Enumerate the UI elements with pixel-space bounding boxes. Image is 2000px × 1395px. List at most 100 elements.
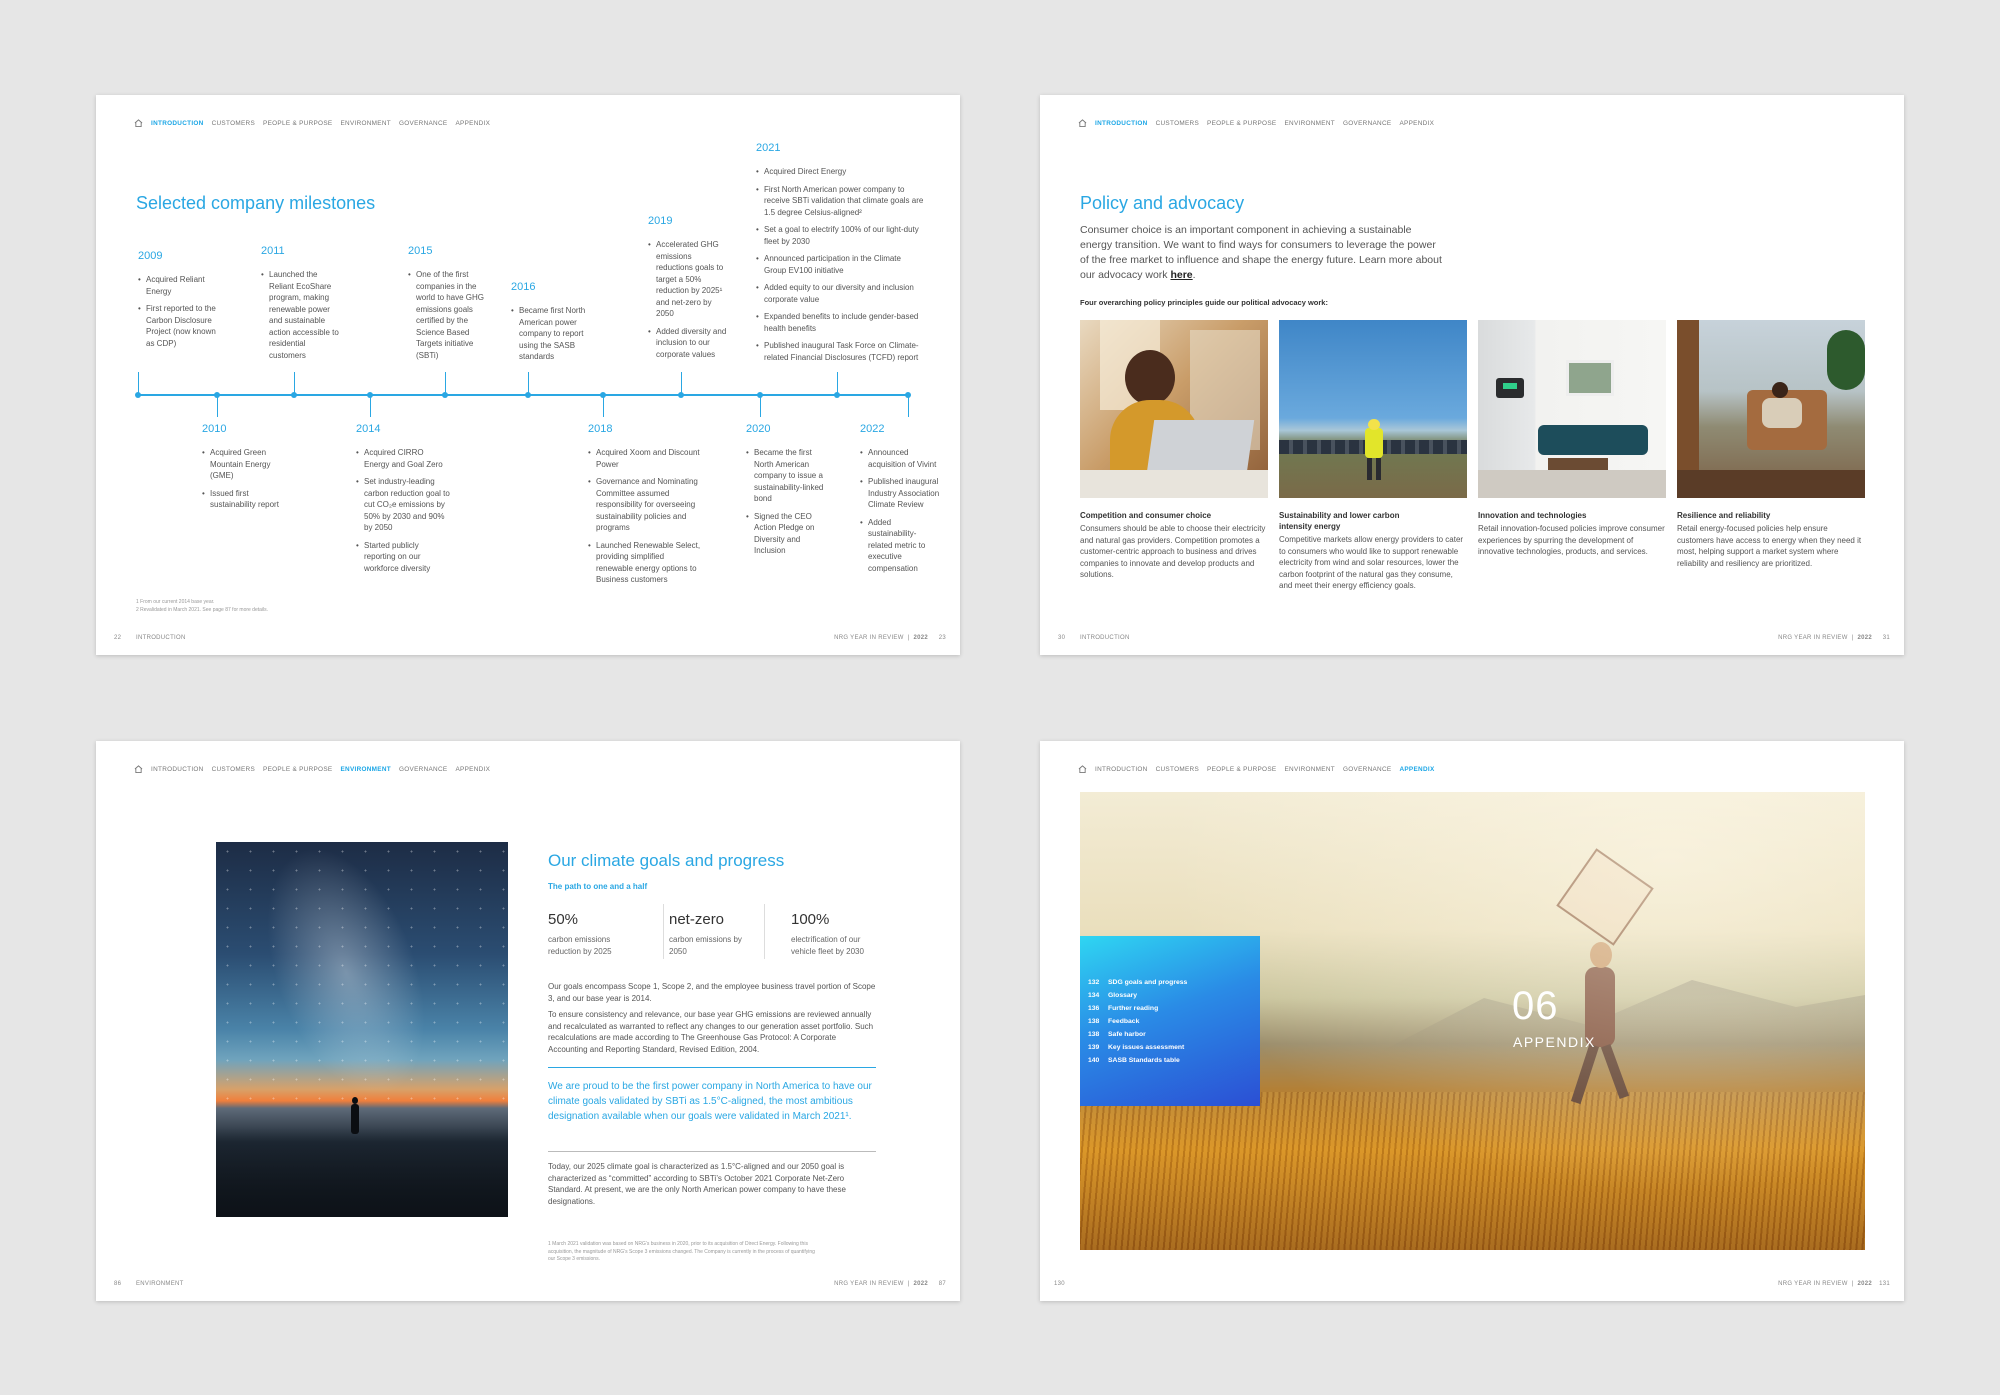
nav-environment[interactable]: ENVIRONMENT: [1284, 766, 1335, 773]
stat-value: 100%: [791, 911, 830, 928]
nav-environment[interactable]: ENVIRONMENT: [1284, 120, 1335, 127]
nav-people-purpose[interactable]: PEOPLE & PURPOSE: [263, 766, 332, 773]
timeline-dot: [678, 392, 684, 398]
nav-customers[interactable]: CUSTOMERS: [1156, 120, 1199, 127]
brand-footer: NRG YEAR IN REVIEW | 2022: [834, 1281, 928, 1287]
card-body: Retail innovation-focused policies impro…: [1478, 524, 1665, 556]
timeline-dot: [214, 392, 220, 398]
nav-environment[interactable]: ENVIRONMENT: [340, 766, 391, 773]
nav-environment[interactable]: ENVIRONMENT: [340, 120, 391, 127]
nav-appendix[interactable]: APPENDIX: [455, 766, 490, 773]
milestone-year: 2018: [588, 423, 613, 435]
page-number-right: 23: [938, 635, 946, 641]
home-icon[interactable]: [134, 765, 143, 773]
policy-card-competition: Competition and consumer choice Consumer…: [1080, 510, 1268, 581]
timeline-tick: [217, 395, 218, 417]
page-number-left: 30: [1058, 635, 1066, 641]
spread-milestones: INTRODUCTION CUSTOMERS PEOPLE & PURPOSE …: [96, 95, 960, 655]
nav-governance[interactable]: GOVERNANCE: [399, 766, 447, 773]
toc-page: 132: [1088, 979, 1100, 986]
home-icon[interactable]: [134, 119, 143, 127]
card-title: Competition and consumer choice: [1080, 511, 1212, 520]
milestone-item: One of the first companies in the world …: [408, 269, 488, 361]
timeline-tick: [445, 372, 446, 394]
footnote: 1 From our current 2014 base year.: [136, 599, 215, 605]
milestone-2009: 2009 Acquired Reliant Energy First repor…: [138, 250, 223, 355]
toc-label: Feedback: [1108, 1018, 1140, 1025]
paragraph-today: Today, our 2025 climate goal is characte…: [548, 1162, 846, 1206]
milestone-year: 2020: [746, 423, 771, 435]
timeline-dot: [135, 392, 141, 398]
milestone-item: Announced acquisition of Vivint: [860, 447, 940, 470]
timeline-dot: [442, 392, 448, 398]
milestone-item: Set industry-leading carbon reduction go…: [356, 476, 451, 534]
toc-item-further-reading[interactable]: 136 Further reading: [1088, 1002, 1260, 1015]
page-number-right: 131: [1879, 1281, 1890, 1287]
toc-item-key-issues[interactable]: 139 Key issues assessment: [1088, 1041, 1260, 1054]
stat-divider: [764, 904, 765, 959]
policy-card-sustainability: Sustainability and lower carbon intensit…: [1279, 510, 1467, 592]
milestone-2022: 2022 Announced acquisition of Vivint Pub…: [860, 423, 940, 580]
toc-page: 138: [1088, 1018, 1100, 1025]
nav-introduction[interactable]: INTRODUCTION: [151, 120, 204, 127]
toc-item-feedback[interactable]: 138 Feedback: [1088, 1015, 1260, 1028]
toc-item-safe-harbor[interactable]: 138 Safe harbor: [1088, 1028, 1260, 1041]
toc-label: SASB Standards table: [1108, 1057, 1180, 1064]
milestone-2016: 2016 Became first North American power c…: [511, 281, 596, 369]
stat-label: electrification of our vehicle fleet by …: [791, 935, 864, 956]
timeline-dot: [600, 392, 606, 398]
nav-customers[interactable]: CUSTOMERS: [212, 766, 255, 773]
toc-item-glossary[interactable]: 134 Glossary: [1088, 989, 1260, 1002]
home-icon[interactable]: [1078, 119, 1087, 127]
timeline-tick: [603, 395, 604, 417]
home-icon[interactable]: [1078, 765, 1087, 773]
nav-people-purpose[interactable]: PEOPLE & PURPOSE: [1207, 120, 1276, 127]
page-number-right: 31: [1882, 635, 1890, 641]
appendix-toc-panel: 132 SDG goals and progress 134 Glossary 13…: [1080, 936, 1260, 1106]
nav-appendix[interactable]: APPENDIX: [1399, 120, 1434, 127]
advocacy-link[interactable]: here: [1170, 269, 1192, 281]
card-title: Resilience and reliability: [1677, 511, 1771, 520]
brand-label: NRG YEAR IN REVIEW: [1778, 1281, 1848, 1287]
nav-introduction[interactable]: INTRODUCTION: [1095, 120, 1148, 127]
milestone-item: Governance and Nominating Committee assu…: [588, 476, 703, 534]
subtitle: The path to one and a half: [548, 882, 648, 891]
top-nav: INTRODUCTION CUSTOMERS PEOPLE & PURPOSE …: [134, 765, 490, 773]
nav-customers[interactable]: CUSTOMERS: [212, 120, 255, 127]
timeline-tick: [370, 395, 371, 417]
photo-woman-laptop: [1080, 320, 1268, 498]
toc-page: 140: [1088, 1057, 1100, 1064]
brand-footer: NRG YEAR IN REVIEW | 2022: [1778, 635, 1872, 641]
nav-governance[interactable]: GOVERNANCE: [1343, 120, 1391, 127]
nav-governance[interactable]: GOVERNANCE: [1343, 766, 1391, 773]
nav-appendix[interactable]: APPENDIX: [455, 120, 490, 127]
milestone-item: Launched the Reliant EcoShare program, m…: [261, 269, 341, 361]
stat-label: carbon emissions reduction by 2025: [548, 935, 612, 956]
toc-label: Further reading: [1108, 1005, 1159, 1012]
nav-customers[interactable]: CUSTOMERS: [1156, 766, 1199, 773]
toc-item-sdg[interactable]: 132 SDG goals and progress: [1088, 976, 1260, 989]
toc-label: Safe harbor: [1108, 1031, 1146, 1038]
nav-people-purpose[interactable]: PEOPLE & PURPOSE: [263, 120, 332, 127]
stat-value: net-zero: [669, 911, 725, 928]
nav-introduction[interactable]: INTRODUCTION: [151, 766, 204, 773]
toc-item-sasb[interactable]: 140 SASB Standards table: [1088, 1054, 1260, 1067]
milestone-item: Acquired Green Mountain Energy (GME): [202, 447, 292, 482]
stat-net-zero: net-zero carbon emissions by 2050: [669, 911, 779, 957]
callout-rule-top: [548, 1067, 876, 1068]
milestone-item: Announced participation in the Climate G…: [756, 253, 924, 276]
timeline-dot: [757, 392, 763, 398]
nav-people-purpose[interactable]: PEOPLE & PURPOSE: [1207, 766, 1276, 773]
milestone-item: Acquired Reliant Energy: [138, 274, 223, 297]
nav-appendix[interactable]: APPENDIX: [1399, 766, 1434, 773]
timeline-tick: [528, 372, 529, 394]
toc-page: 139: [1088, 1044, 1100, 1051]
milestone-year: 2014: [356, 423, 381, 435]
photo-solar-worker: [1279, 320, 1467, 498]
brand-year: 2022: [913, 1281, 928, 1287]
footnotes: 1 From our current 2014 base year. 2 Rev…: [136, 598, 268, 614]
nav-introduction[interactable]: INTRODUCTION: [1095, 766, 1148, 773]
spread-appendix: INTRODUCTION CUSTOMERS PEOPLE & PURPOSE …: [1040, 741, 1904, 1301]
milestone-item: Became first North American power compan…: [511, 305, 596, 363]
nav-governance[interactable]: GOVERNANCE: [399, 120, 447, 127]
